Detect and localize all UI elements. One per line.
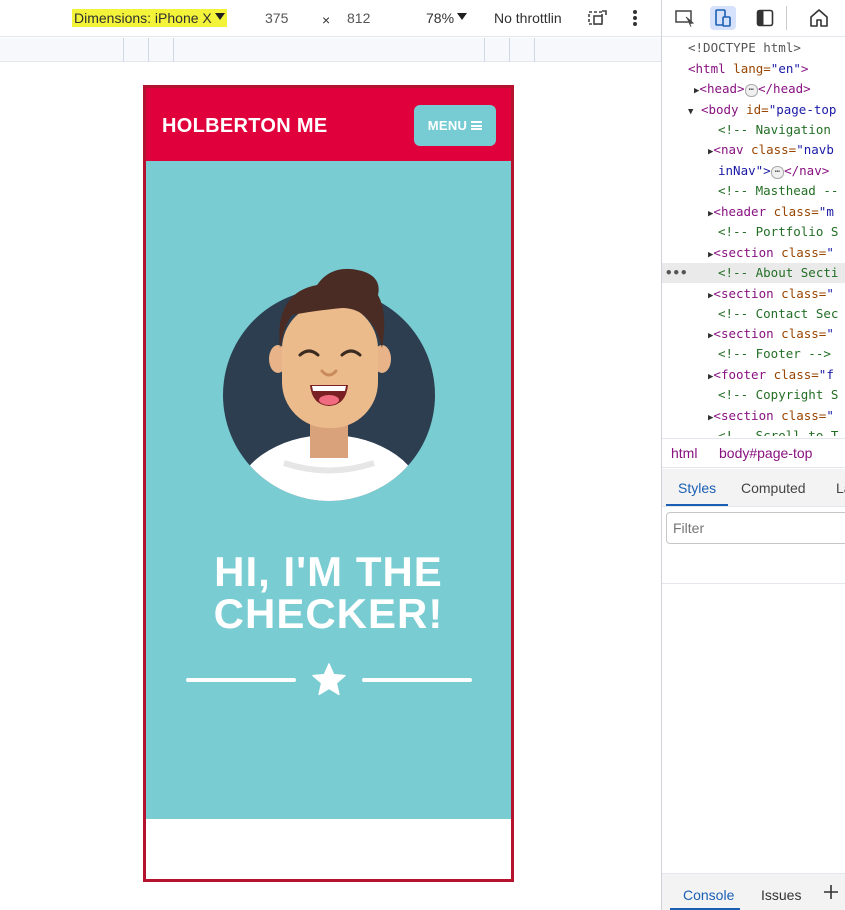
drawer-tabbar: Console Issues bbox=[662, 873, 845, 910]
masthead: HI, I'M THE CHECKER! bbox=[146, 161, 511, 819]
tree-node[interactable]: inNav"> ⋯ </nav> bbox=[718, 161, 829, 181]
site-brand[interactable]: HOLBERTON ME bbox=[162, 115, 327, 138]
devtools-panel: <!DOCTYPE html> <html lang="en"> ▶<head>… bbox=[661, 0, 845, 910]
tree-node[interactable]: ▶<head> ⋯ </head> bbox=[694, 79, 811, 101]
tree-node[interactable]: ▶<section class=" bbox=[708, 406, 834, 428]
tree-node[interactable]: <!-- Portfolio S bbox=[718, 222, 838, 242]
menu-label: MENU bbox=[427, 118, 468, 133]
tree-node[interactable]: ▶<section class=" bbox=[708, 284, 834, 306]
more-vertical-icon[interactable] bbox=[627, 8, 643, 28]
breadcrumb: html body#page-top bbox=[662, 438, 845, 468]
divider bbox=[662, 583, 845, 584]
tree-node[interactable]: <!-- Footer --> bbox=[718, 344, 831, 364]
device-toolbar: Dimensions: iPhone X 375 × 812 78% No th… bbox=[0, 0, 661, 37]
tree-node[interactable]: <!-- Scroll to T bbox=[718, 426, 838, 436]
height-input[interactable]: 812 bbox=[347, 9, 370, 27]
tree-node[interactable]: <!-- Navigation bbox=[718, 120, 831, 140]
hamburger-icon bbox=[471, 121, 483, 130]
tab-styles[interactable]: Styles bbox=[678, 480, 716, 496]
tree-node[interactable]: ▼ <body id="page-top bbox=[688, 100, 836, 122]
dimension-separator: × bbox=[322, 12, 331, 28]
caret-down-icon bbox=[214, 13, 225, 20]
home-icon[interactable] bbox=[806, 6, 832, 30]
tree-node[interactable]: <!-- Contact Sec bbox=[718, 304, 838, 324]
inspect-element-icon[interactable] bbox=[672, 6, 698, 30]
crumb-html[interactable]: html bbox=[671, 445, 697, 461]
menu-button[interactable]: MENU bbox=[414, 105, 496, 146]
tree-node[interactable]: ▶<section class=" bbox=[708, 324, 834, 346]
site-navbar: HOLBERTON ME MENU bbox=[146, 88, 511, 161]
dimensions-label: Dimensions: iPhone X bbox=[74, 10, 212, 26]
tree-node[interactable]: <!-- Copyright S bbox=[718, 385, 838, 405]
tab-issues[interactable]: Issues bbox=[761, 887, 801, 903]
plus-icon[interactable] bbox=[822, 883, 840, 901]
devtools-toolbar bbox=[662, 0, 845, 37]
tab-layout[interactable]: La bbox=[836, 480, 845, 496]
hero-title-line2: CHECKER! bbox=[213, 590, 444, 637]
star-divider bbox=[186, 662, 472, 698]
tree-node[interactable]: ▶<header class="m bbox=[708, 202, 834, 224]
tree-node[interactable]: ▶<section class=" bbox=[708, 243, 834, 265]
tree-node[interactable]: <!-- Masthead -- bbox=[718, 181, 838, 201]
media-query-ruler bbox=[0, 38, 661, 62]
hero-title: HI, I'M THE CHECKER! bbox=[146, 551, 511, 635]
tab-computed[interactable]: Computed bbox=[741, 480, 806, 496]
throttling-select[interactable]: No throttlin bbox=[494, 9, 562, 27]
tree-node[interactable]: <!DOCTYPE html> bbox=[688, 38, 801, 58]
dimensions-select[interactable]: Dimensions: iPhone X bbox=[72, 9, 227, 27]
caret-down-icon bbox=[457, 13, 468, 20]
collapsed-ellipsis-icon: ⋯ bbox=[744, 84, 758, 97]
tree-node[interactable]: ▶<nav class="navb bbox=[708, 140, 834, 162]
emulated-phone-screen: HOLBERTON ME MENU HI, I'M THE CHECKER! bbox=[143, 85, 514, 882]
styles-tabbar: Styles Computed La bbox=[662, 469, 845, 507]
divider-line-left bbox=[186, 678, 296, 682]
collapse-triangle-icon: ▼ bbox=[688, 107, 694, 117]
width-input[interactable]: 375 bbox=[265, 9, 288, 27]
device-viewport: HOLBERTON ME MENU HI, I'M THE CHECKER! bbox=[0, 63, 661, 910]
hero-title-line1: HI, I'M THE bbox=[214, 548, 443, 595]
star-icon bbox=[312, 663, 346, 696]
zoom-label: 78% bbox=[426, 10, 455, 26]
elements-tree[interactable]: <!DOCTYPE html> <html lang="en"> ▶<head>… bbox=[662, 38, 845, 436]
rotate-icon[interactable] bbox=[588, 9, 608, 27]
dock-side-icon[interactable] bbox=[752, 6, 778, 30]
active-tab-indicator bbox=[666, 504, 728, 506]
device-toggle-icon[interactable] bbox=[710, 6, 736, 30]
zoom-select[interactable]: 78% bbox=[426, 9, 468, 27]
styles-filter-input[interactable] bbox=[666, 512, 845, 544]
tab-console[interactable]: Console bbox=[683, 887, 734, 903]
tree-node[interactable]: <html lang="en"> bbox=[688, 59, 808, 79]
more-dots-icon: ••• bbox=[665, 265, 688, 280]
avatar-image bbox=[223, 268, 435, 501]
tree-node[interactable]: ▶<footer class="f bbox=[708, 365, 834, 387]
divider-line-right bbox=[362, 678, 472, 682]
tree-node-selected[interactable]: ••• <!-- About Secti bbox=[662, 263, 845, 283]
crumb-body[interactable]: body#page-top bbox=[719, 445, 812, 461]
collapsed-ellipsis-icon: ⋯ bbox=[770, 166, 785, 179]
